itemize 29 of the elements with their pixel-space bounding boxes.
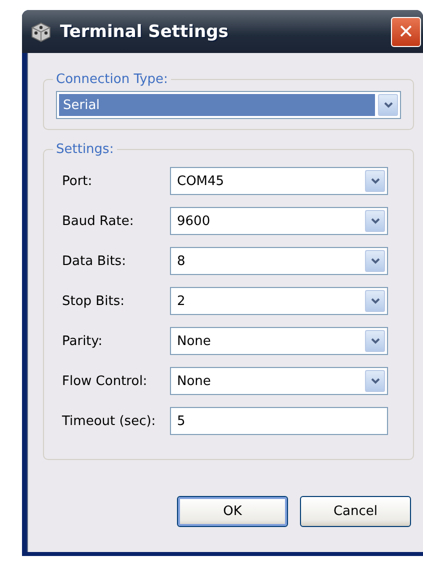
dropdown[interactable]: COM45 (170, 167, 388, 195)
dropdown[interactable]: None (170, 367, 388, 395)
field-label: Parity: (62, 334, 104, 348)
field-label: Port: (62, 174, 94, 188)
chevron-down-icon (370, 178, 380, 184)
cube-icon (30, 20, 52, 42)
field-label: Timeout (sec): (62, 414, 157, 428)
dropdown[interactable]: None (170, 327, 388, 355)
chevron-down-icon (370, 218, 380, 224)
dialog-button[interactable]: Cancel (300, 496, 411, 527)
field-label: Baud Rate: (62, 214, 135, 228)
group-label: Settings: (55, 142, 115, 157)
chevron-down-icon (370, 378, 380, 384)
chevron-down-icon (384, 102, 392, 108)
dropdown[interactable]: 2 (170, 287, 388, 315)
dropdown[interactable]: Serial (56, 91, 401, 119)
group-label: Connection Type: (55, 72, 169, 87)
dropdown[interactable]: 8 (170, 247, 388, 275)
dialog-button[interactable]: OK (177, 496, 288, 527)
chevron-down-icon (370, 338, 380, 344)
chevron-down-icon (370, 298, 380, 304)
window-title: Terminal Settings (60, 22, 230, 42)
field-label: Data Bits: (62, 254, 127, 268)
input-field[interactable]: 5 (170, 407, 388, 435)
chevron-down-icon (370, 258, 380, 264)
close-button[interactable]: ✕ (391, 16, 421, 46)
dropdown[interactable]: 9600 (170, 207, 388, 235)
field-label: Flow Control: (62, 374, 148, 388)
field-label: Stop Bits: (62, 294, 126, 308)
